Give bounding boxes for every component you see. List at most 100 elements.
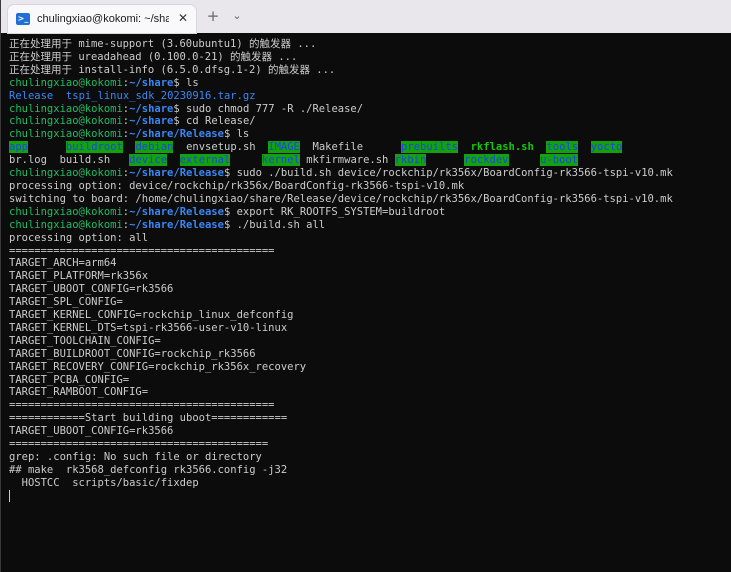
ls-spacer: [509, 154, 541, 166]
ls-spacer: [47, 154, 60, 166]
chevron-down-icon[interactable]: ⌄: [230, 7, 244, 25]
prompt-user: chulingxiao@kokomi: [9, 76, 123, 89]
ls-output-line: app buildroot debian envsetup.sh IMAGE M…: [9, 141, 731, 154]
prompt-user: chulingxiao@kokomi: [9, 115, 123, 128]
ls-spacer: [363, 141, 401, 153]
ls-spacer: [388, 154, 394, 166]
output-line: TARGET_PLATFORM=rk356x: [9, 270, 149, 283]
prompt-path: ~/share/Release: [129, 205, 224, 218]
output-line: TARGET_PCBA_CONFIG=: [9, 373, 130, 386]
text-cursor: [9, 489, 10, 502]
ls-directory: Release: [9, 89, 54, 102]
prompt-path: ~/share: [129, 76, 174, 89]
ls-spacer: [230, 154, 262, 166]
ls-directory: external: [179, 154, 231, 167]
ls-spacer: [173, 141, 186, 153]
ls-spacer: [167, 154, 180, 166]
output-line: TARGET_UBOOT_CONFIG=rk3566: [9, 283, 174, 296]
output-line: grep: .config: No such file or directory: [9, 451, 262, 463]
ls-directory: debian: [135, 141, 174, 154]
ls-directory: buildroot: [65, 141, 123, 154]
ls-directory: u-boot: [540, 154, 579, 167]
ls-directory: yocto: [590, 141, 623, 154]
ls-output-line: br.log build.sh device external kernel m…: [9, 154, 731, 167]
prompt-symbol: $: [173, 102, 187, 115]
command-text: sudo chmod 777 -R ./Release/: [186, 102, 364, 115]
ls-file: br.log: [9, 154, 47, 167]
ls-directory: app: [9, 141, 28, 154]
terminal-tab[interactable]: >_ chulingxiao@kokomi: ~/share ✕: [8, 5, 196, 33]
ls-spacer: [256, 141, 269, 153]
output-line: TARGET_BUILDROOT_CONFIG=rockchip_rk3566: [9, 347, 256, 360]
prompt-line: chulingxiao@kokomi:~/share/Release$ ls: [9, 128, 731, 141]
close-tab-icon[interactable]: ✕: [174, 9, 192, 27]
output-line: HOSTCC scripts/basic/fixdep: [9, 476, 199, 489]
command-text: cd Release/: [186, 115, 256, 128]
output-line: ============Start building uboot========…: [9, 412, 288, 425]
prompt-symbol: $: [173, 115, 187, 128]
terminal-window: >_ chulingxiao@kokomi: ~/share ✕ + ⌄ 正在处…: [0, 0, 731, 572]
ls-directory: prebuilts: [401, 141, 458, 154]
ls-directory: rkbin: [394, 154, 427, 167]
command-text: export RK_ROOTFS_SYSTEM=buildroot: [236, 205, 446, 218]
prompt-line: chulingxiao@kokomi:~/share/Release$ expo…: [9, 206, 731, 219]
prompt-user: chulingxiao@kokomi: [9, 102, 123, 115]
ls-file: Makefile: [312, 141, 364, 154]
output-line: processing option: all: [9, 231, 149, 244]
tab-title: chulingxiao@kokomi: ~/share: [37, 13, 169, 25]
output-line: 正在处理用于 ureadahead (0.100.0-21) 的触发器 ...: [9, 50, 298, 63]
output-line: 正在处理用于 install-info (6.5.0.dfsg.1-2) 的触发…: [9, 63, 336, 76]
prompt-line: chulingxiao@kokomi:~/share$ cd Release/: [9, 115, 731, 128]
ls-spacer: [300, 141, 313, 153]
output-line: switching to board: /home/chulingxiao/sh…: [9, 192, 673, 205]
ls-output-line: Release tspi_linux_sdk_20230916.tar.gz: [9, 90, 731, 103]
prompt-path: ~/share/Release: [129, 128, 224, 141]
prompt-user: chulingxiao@kokomi: [9, 205, 123, 218]
ls-file: build.sh: [59, 154, 111, 167]
prompt-line: chulingxiao@kokomi:~/share/Release$ sudo…: [9, 167, 731, 180]
output-line: 正在处理用于 mime-support (3.60ubuntu1) 的触发器 .…: [9, 38, 317, 50]
output-line: ========================================…: [9, 399, 275, 412]
ls-spacer: [110, 154, 129, 166]
new-tab-button[interactable]: +: [204, 7, 222, 25]
prompt-user: chulingxiao@kokomi: [9, 167, 123, 180]
output-line: ========================================…: [9, 244, 275, 257]
ls-file: envsetup.sh: [186, 141, 256, 154]
output-line: TARGET_UBOOT_CONFIG=rk3566: [9, 425, 174, 438]
ls-directory: kernel: [261, 154, 300, 167]
prompt-user: chulingxiao@kokomi: [9, 128, 123, 141]
prompt-symbol: $: [223, 205, 237, 218]
prompt-path: ~/share: [129, 102, 174, 115]
prompt-path: ~/share/Release: [129, 167, 224, 180]
prompt-symbol: $: [173, 76, 187, 89]
ls-directory: device: [129, 154, 168, 167]
ls-directory: rockdev: [464, 154, 509, 167]
prompt-user: chulingxiao@kokomi: [9, 218, 123, 231]
output-line: TARGET_SPL_CONFIG=: [9, 296, 123, 309]
command-text: ls: [236, 128, 250, 141]
prompt-line: chulingxiao@kokomi:~/share/Release$ ./bu…: [9, 219, 731, 232]
output-line: ========================================…: [9, 438, 269, 451]
ls-executable: rkflash.sh: [470, 141, 534, 154]
ls-spacer: [426, 154, 464, 166]
terminal-output[interactable]: 正在处理用于 mime-support (3.60ubuntu1) 的触发器 .…: [9, 38, 731, 572]
output-line: TARGET_TOOLCHAIN_CONFIG=: [9, 334, 161, 347]
cursor-line: [9, 489, 731, 503]
ls-spacer: [123, 141, 136, 153]
command-text: sudo ./build.sh device/rockchip/rk356x/B…: [236, 167, 673, 180]
command-text: ./build.sh all: [236, 218, 326, 231]
output-line: TARGET_KERNEL_DTS=tspi-rk3566-user-v10-l…: [9, 321, 288, 334]
ls-spacer: [458, 141, 471, 153]
tab-bar: >_ chulingxiao@kokomi: ~/share ✕ + ⌄: [1, 0, 731, 33]
ls-archive: tspi_linux_sdk_20230916.tar.gz: [65, 89, 256, 102]
prompt-symbol: $: [223, 128, 237, 141]
ls-file: mkfirmware.sh: [306, 154, 389, 167]
prompt-line: chulingxiao@kokomi:~/share$ sudo chmod 7…: [9, 103, 731, 116]
prompt-path: ~/share: [129, 115, 174, 128]
output-line: TARGET_KERNEL_CONFIG=rockchip_linux_defc…: [9, 309, 294, 322]
ls-spacer: [578, 141, 591, 153]
ls-spacer: [28, 141, 66, 153]
output-line: TARGET_RECOVERY_CONFIG=rockchip_rk356x_r…: [9, 360, 307, 373]
ls-directory: tools: [546, 141, 579, 154]
command-text: ls: [186, 76, 199, 89]
